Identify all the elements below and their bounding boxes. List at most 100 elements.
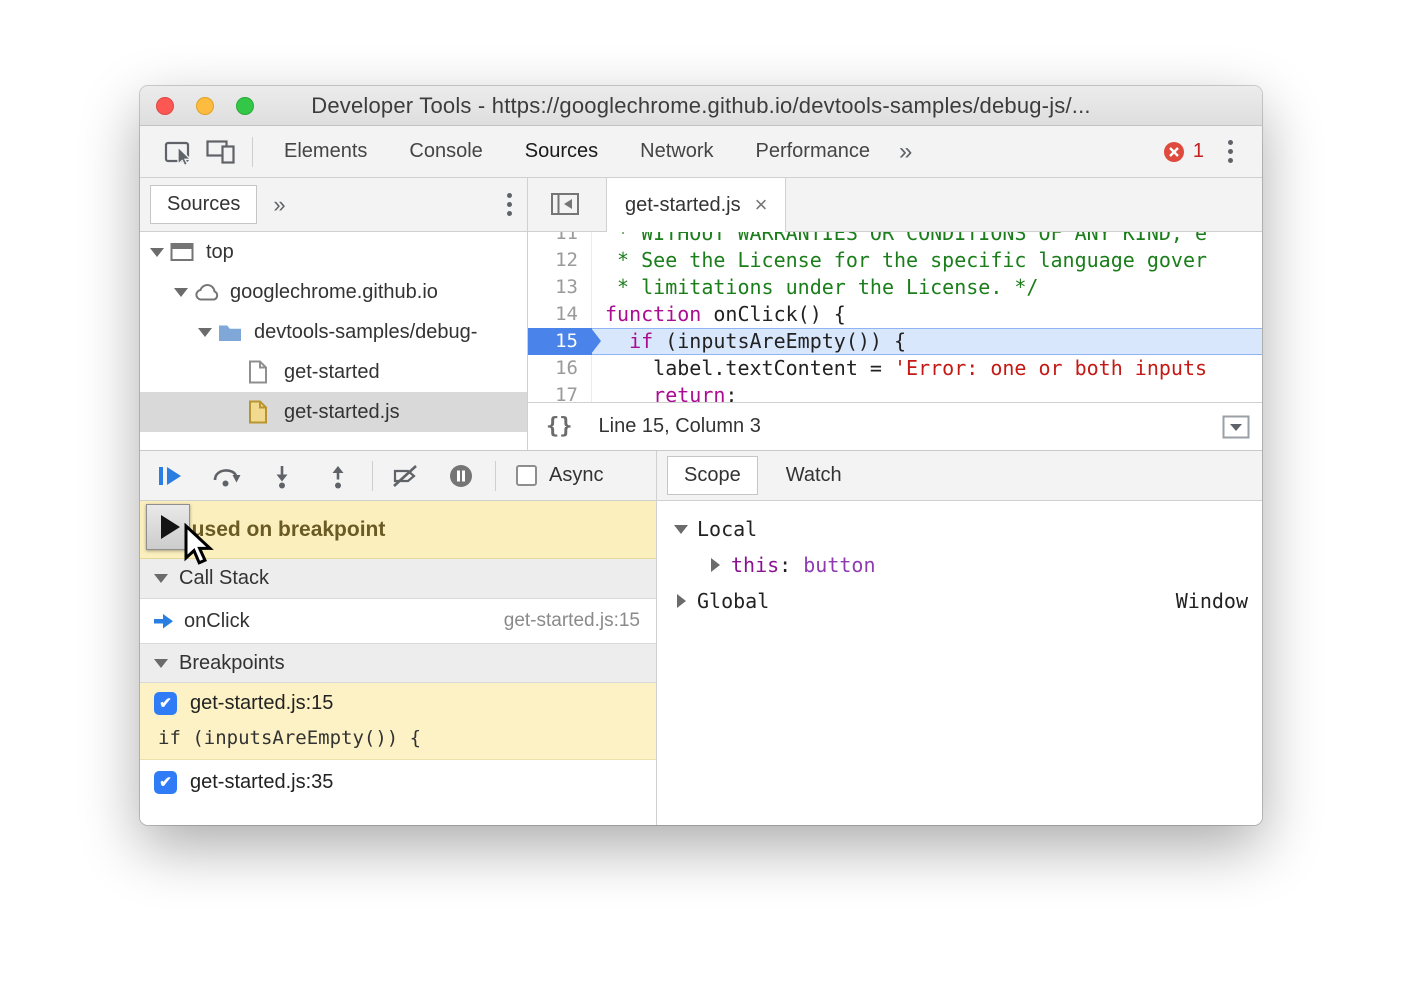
async-checkbox[interactable] <box>516 465 537 486</box>
line-number[interactable]: 12 <box>528 247 592 274</box>
play-icon <box>161 515 180 539</box>
more-panels-chevron-icon[interactable]: » <box>891 138 920 166</box>
scope-property-this[interactable]: this: button <box>657 547 1262 583</box>
step-out-icon[interactable] <box>316 454 360 498</box>
line-number[interactable]: 11 <box>528 232 592 247</box>
source-options-dropdown-icon[interactable] <box>1222 415 1250 439</box>
sources-top-split: Sources » top <box>140 178 1262 450</box>
line-number-paused[interactable]: 15 <box>528 328 592 355</box>
scope-global-value: Window <box>1176 589 1248 613</box>
tree-item-domain[interactable]: googlechrome.github.io <box>140 272 527 312</box>
scope-tree: Local this: button Global Window <box>657 501 1262 619</box>
debugger-bottom-split: Async Paused on breakpoint Call Stack <box>140 450 1262 825</box>
window-titlebar: Developer Tools - https://googlechrome.g… <box>140 86 1262 126</box>
scope-section-label: Global <box>697 589 769 613</box>
expand-arrow-icon[interactable] <box>705 558 725 572</box>
breakpoints-title: Breakpoints <box>179 652 285 675</box>
expand-arrow-icon[interactable] <box>671 594 691 608</box>
scope-section-local[interactable]: Local <box>657 511 1262 547</box>
debugger-pane: Async Paused on breakpoint Call Stack <box>140 451 657 825</box>
tree-item-get-started[interactable]: get-started <box>140 352 527 392</box>
folder-icon <box>218 322 248 342</box>
scope-watch-header: Scope Watch <box>657 451 1262 501</box>
editor-status-bar: {} Line 15, Column 3 <box>528 402 1262 450</box>
line-number[interactable]: 16 <box>528 355 592 382</box>
breakpoint-code-snippet: if (inputsAreEmpty()) { <box>158 723 656 759</box>
mouse-cursor-icon <box>178 523 218 569</box>
expand-arrow-icon[interactable] <box>172 288 190 297</box>
async-checkbox-label[interactable]: Async <box>549 464 603 487</box>
scope-section-global[interactable]: Global Window <box>657 583 1262 619</box>
debugger-toolbar: Async <box>140 451 656 501</box>
expand-arrow-icon[interactable] <box>196 328 214 337</box>
minimize-window-button[interactable] <box>196 97 214 115</box>
tree-item-label: googlechrome.github.io <box>230 281 438 304</box>
main-toolbar: Elements Console Sources Network Perform… <box>140 126 1262 178</box>
breakpoint-checkbox[interactable] <box>154 692 177 715</box>
call-stack-frame[interactable]: onClick get-started.js:15 <box>140 599 656 643</box>
deactivate-breakpoints-icon[interactable] <box>383 454 427 498</box>
source-editor: get-started.js × 11 * WITHOUT WARRANTIES… <box>528 178 1262 450</box>
hide-navigator-icon[interactable] <box>542 177 588 231</box>
tree-item-label: top <box>206 241 234 264</box>
line-number[interactable]: 14 <box>528 301 592 328</box>
error-counter[interactable]: 1 <box>1163 140 1204 163</box>
frame-location: get-started.js:15 <box>504 610 640 632</box>
breakpoint-checkbox[interactable] <box>154 771 177 794</box>
tab-watch[interactable]: Watch <box>786 464 842 487</box>
expand-arrow-icon[interactable] <box>148 248 166 257</box>
close-window-button[interactable] <box>156 97 174 115</box>
editor-tab-get-started-js[interactable]: get-started.js × <box>606 178 786 232</box>
code-line-paused: 15 if (inputsAreEmpty()) { <box>528 328 1262 355</box>
tab-scope[interactable]: Scope <box>667 456 758 495</box>
line-number[interactable]: 17 <box>528 382 592 402</box>
close-tab-icon[interactable]: × <box>755 192 768 218</box>
tab-performance[interactable]: Performance <box>735 126 892 178</box>
code-line: 11 * WITHOUT WARRANTIES OR CONDITIONS OF… <box>528 232 1262 247</box>
breakpoints-header[interactable]: Breakpoints <box>140 643 656 683</box>
step-into-icon[interactable] <box>260 454 304 498</box>
navigator-kebab-icon[interactable] <box>507 193 513 199</box>
cursor-position-label: Line 15, Column 3 <box>599 415 761 438</box>
tab-sources[interactable]: Sources <box>504 126 619 178</box>
tree-item-label: get-started <box>284 361 380 384</box>
tab-network[interactable]: Network <box>619 126 734 178</box>
file-js-icon <box>248 400 278 424</box>
line-number[interactable]: 13 <box>528 274 592 301</box>
code-line: 13 * limitations under the License. */ <box>528 274 1262 301</box>
tab-elements[interactable]: Elements <box>263 126 388 178</box>
code-viewport: 11 * WITHOUT WARRANTIES OR CONDITIONS OF… <box>528 232 1262 402</box>
scope-property-value: button <box>803 553 875 577</box>
tree-item-label: get-started.js <box>284 401 400 424</box>
error-count-label: 1 <box>1193 140 1204 163</box>
navigator-sidebar: Sources » top <box>140 178 528 450</box>
cloud-icon <box>194 283 224 302</box>
navigator-more-tabs-chevron-icon[interactable]: » <box>273 192 285 218</box>
scope-section-label: Local <box>697 517 757 541</box>
zoom-window-button[interactable] <box>236 97 254 115</box>
call-stack-title: Call Stack <box>179 567 269 590</box>
file-tree: top googlechrome.github.io <box>140 232 527 432</box>
code-line: 14 function onClick() { <box>528 301 1262 328</box>
tree-item-get-started-js[interactable]: get-started.js <box>140 392 527 432</box>
current-frame-arrow-icon <box>152 610 176 632</box>
scope-separator: : <box>779 553 803 577</box>
device-toolbar-icon[interactable] <box>200 132 242 172</box>
tree-item-label: devtools-samples/debug- <box>254 321 477 344</box>
toolbar-divider <box>372 461 373 491</box>
step-over-icon[interactable] <box>204 454 248 498</box>
editor-tab-bar: get-started.js × <box>528 178 1262 232</box>
pause-on-exceptions-icon[interactable] <box>439 454 483 498</box>
breakpoint-entry[interactable]: get-started.js:35 <box>140 760 656 804</box>
code-line: 17 return; <box>528 382 1262 402</box>
inspect-icon[interactable] <box>158 132 200 172</box>
collapse-arrow-icon[interactable] <box>671 525 691 534</box>
tree-item-folder[interactable]: devtools-samples/debug- <box>140 312 527 352</box>
resume-icon[interactable] <box>148 454 192 498</box>
pretty-print-icon[interactable]: {} <box>546 414 573 439</box>
main-menu-kebab-icon[interactable] <box>1228 140 1234 146</box>
tree-item-top[interactable]: top <box>140 232 527 272</box>
tab-console[interactable]: Console <box>388 126 503 178</box>
breakpoint-entry[interactable]: get-started.js:15 if (inputsAreEmpty()) … <box>140 683 656 760</box>
navigator-tab-sources[interactable]: Sources <box>150 185 257 224</box>
